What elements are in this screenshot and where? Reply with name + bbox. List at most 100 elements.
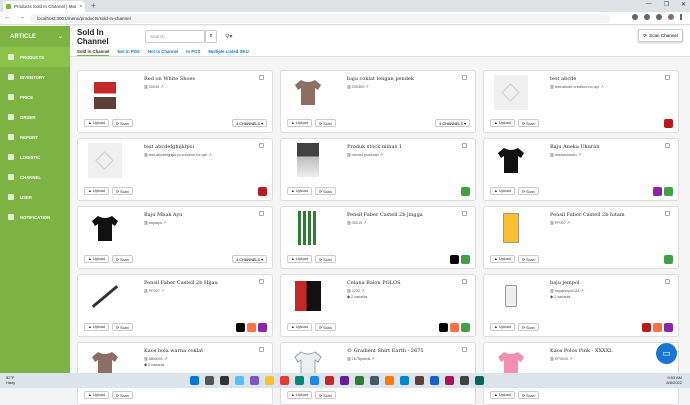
chrome-icon[interactable] bbox=[280, 376, 289, 385]
select-checkbox[interactable] bbox=[259, 211, 264, 216]
app-icon[interactable] bbox=[445, 376, 454, 385]
product-name[interactable]: Baju Mbak Ayu bbox=[144, 212, 182, 218]
upload-button[interactable]: ▲ Upload bbox=[84, 323, 109, 331]
tab-close-icon[interactable]: × bbox=[79, 4, 82, 10]
channels-dropdown[interactable]: 4 CHANNELS ▾ bbox=[435, 119, 470, 127]
external-link-icon[interactable]: ↗ bbox=[600, 85, 603, 89]
marketplace-icon[interactable] bbox=[258, 323, 267, 332]
scan-button[interactable]: ⟳ Scan bbox=[517, 391, 539, 399]
select-checkbox[interactable] bbox=[259, 143, 264, 148]
marketplace-icon[interactable] bbox=[236, 323, 245, 332]
product-name[interactable]: test abcde bbox=[550, 76, 576, 82]
external-link-icon[interactable]: ↗ bbox=[163, 221, 166, 225]
upload-button[interactable]: ▲ Upload bbox=[84, 187, 109, 195]
search-button[interactable]: ⌕ bbox=[205, 30, 217, 43]
taskview-icon[interactable] bbox=[220, 376, 229, 385]
chat-app-icon[interactable] bbox=[250, 376, 259, 385]
tab-not-in-channel[interactable]: Not in Channel bbox=[148, 47, 178, 56]
upload-button[interactable]: ▲ Upload bbox=[84, 391, 109, 399]
product-name[interactable]: © Gradient Shirt Earth - 2675 bbox=[347, 348, 424, 354]
scan-button[interactable]: ⟳ Scan bbox=[111, 187, 133, 195]
app-icon[interactable] bbox=[475, 376, 484, 385]
product-name[interactable]: Red on White Shoes bbox=[144, 76, 195, 82]
product-card[interactable]: test abcdefghijklpoi ▥ test-abcdefghijkl-… bbox=[77, 138, 273, 201]
select-checkbox[interactable] bbox=[259, 279, 264, 284]
sidebar-item-user[interactable]: USER bbox=[0, 187, 70, 207]
product-card[interactable]: Baju Mbak Ayu ▥ bajuayu ↗ ▲ Upload ⟳ Scan 4 … bbox=[77, 206, 273, 269]
scan-button[interactable]: ⟳ Scan bbox=[517, 323, 539, 331]
upload-button[interactable]: ▲ Upload bbox=[287, 255, 312, 263]
marketplace-icon[interactable] bbox=[642, 323, 651, 332]
scan-button[interactable]: ⟳ Scan bbox=[314, 323, 336, 331]
extension-icon[interactable] bbox=[644, 14, 650, 20]
external-link-icon[interactable]: ↗ bbox=[380, 153, 383, 157]
app-icon[interactable] bbox=[430, 376, 439, 385]
external-link-icon[interactable]: ↗ bbox=[569, 357, 572, 361]
tab-not-in-pos[interactable]: Not in POS bbox=[117, 47, 139, 56]
external-link-icon[interactable]: ↗ bbox=[365, 85, 368, 89]
channels-dropdown[interactable]: 4 CHANNELS ▾ bbox=[232, 255, 267, 263]
upload-button[interactable]: ▲ Upload bbox=[490, 119, 515, 127]
select-checkbox[interactable] bbox=[462, 347, 467, 352]
external-link-icon[interactable]: ↗ bbox=[580, 289, 583, 293]
select-checkbox[interactable] bbox=[259, 347, 264, 352]
select-checkbox[interactable] bbox=[462, 75, 467, 80]
product-name[interactable]: baju coklat lengan pendek bbox=[347, 76, 414, 82]
upload-button[interactable]: ▲ Upload bbox=[84, 255, 109, 263]
select-checkbox[interactable] bbox=[665, 211, 670, 216]
external-link-icon[interactable]: ↗ bbox=[567, 221, 570, 225]
marketplace-icon[interactable] bbox=[258, 187, 267, 196]
product-name[interactable]: test abcdefghijklpoi bbox=[144, 144, 194, 150]
marketplace-icon[interactable] bbox=[461, 323, 470, 332]
product-card[interactable]: Pensil Faber Castell 2b Hijau ▥ PF007 ↗ ▲ … bbox=[77, 274, 273, 337]
scan-button[interactable]: ⟳ Scan bbox=[517, 187, 539, 195]
product-card[interactable]: Celana Balon POLOS ▥ 2232 ↗ ◆ 2 variants ▲ … bbox=[280, 274, 476, 337]
product-name[interactable]: baju jempol bbox=[550, 280, 580, 286]
forward-icon[interactable]: → bbox=[18, 14, 25, 22]
tab-sold-in-channel[interactable]: Sold in Channel bbox=[77, 47, 110, 56]
select-checkbox[interactable] bbox=[462, 143, 467, 148]
external-link-icon[interactable]: ↗ bbox=[372, 357, 375, 361]
app-icon[interactable] bbox=[460, 376, 469, 385]
app-icon[interactable] bbox=[355, 376, 364, 385]
app-icon[interactable] bbox=[400, 376, 409, 385]
store-icon[interactable] bbox=[310, 376, 319, 385]
external-link-icon[interactable]: ↗ bbox=[363, 221, 366, 225]
sidebar-item-products[interactable]: PRODUCTS bbox=[0, 47, 70, 67]
profile-avatar[interactable] bbox=[668, 14, 674, 20]
window-close-icon[interactable]: ✕ bbox=[681, 1, 686, 8]
scan-channel-button[interactable]: ⟳ Scan Channel bbox=[638, 29, 683, 42]
search-icon[interactable] bbox=[205, 376, 214, 385]
marketplace-icon[interactable] bbox=[450, 255, 459, 264]
upload-button[interactable]: ▲ Upload bbox=[84, 119, 109, 127]
external-link-icon[interactable]: ↗ bbox=[578, 153, 581, 157]
product-card[interactable]: Pensil Faber Castell 2b hitam ▥ PF007 ↗ ▲ … bbox=[483, 206, 679, 269]
upload-button[interactable]: ▲ Upload bbox=[490, 391, 515, 399]
sidebar-item-inventory[interactable]: INVENTORY bbox=[0, 67, 70, 87]
marketplace-icon[interactable] bbox=[664, 323, 673, 332]
marketplace-icon[interactable] bbox=[450, 323, 459, 332]
sidebar-item-notification[interactable]: NOTIFICATION bbox=[0, 207, 70, 227]
upload-button[interactable]: ▲ Upload bbox=[490, 187, 515, 195]
scan-button[interactable]: ⟳ Scan bbox=[314, 119, 336, 127]
product-name[interactable]: Pensil Faber Castell 2b Hijau bbox=[144, 280, 218, 286]
select-checkbox[interactable] bbox=[462, 279, 467, 284]
upload-button[interactable]: ▲ Upload bbox=[287, 119, 312, 127]
upload-button[interactable]: ▲ Upload bbox=[490, 323, 515, 331]
marketplace-icon[interactable] bbox=[439, 323, 448, 332]
product-name[interactable]: Pensil Faber Castell 2b jingga bbox=[347, 212, 423, 218]
edge-icon[interactable] bbox=[295, 376, 304, 385]
product-card[interactable]: Red on White Shoes ▥ 00010 ↗ ▲ Upload ⟳ Sca… bbox=[77, 70, 273, 133]
product-name[interactable]: Kaos Polos Pink - XXXXL bbox=[550, 348, 612, 354]
widgets-icon[interactable] bbox=[235, 376, 244, 385]
channels-dropdown[interactable]: 4 CHANNELS ▾ bbox=[232, 119, 267, 127]
new-tab-icon[interactable]: + bbox=[91, 1, 96, 10]
back-icon[interactable]: ← bbox=[4, 14, 11, 22]
tab-multiple-listed-sku[interactable]: Multiple Listed SKU bbox=[208, 47, 248, 56]
sidebar-item-channel[interactable]: CHANNEL bbox=[0, 167, 70, 187]
scan-button[interactable]: ⟳ Scan bbox=[111, 323, 133, 331]
minimize-icon[interactable]: — bbox=[646, 1, 652, 8]
search-input[interactable]: Search bbox=[145, 30, 205, 43]
marketplace-icon[interactable] bbox=[653, 187, 662, 196]
sidebar-item-order[interactable]: ORDER bbox=[0, 107, 70, 127]
